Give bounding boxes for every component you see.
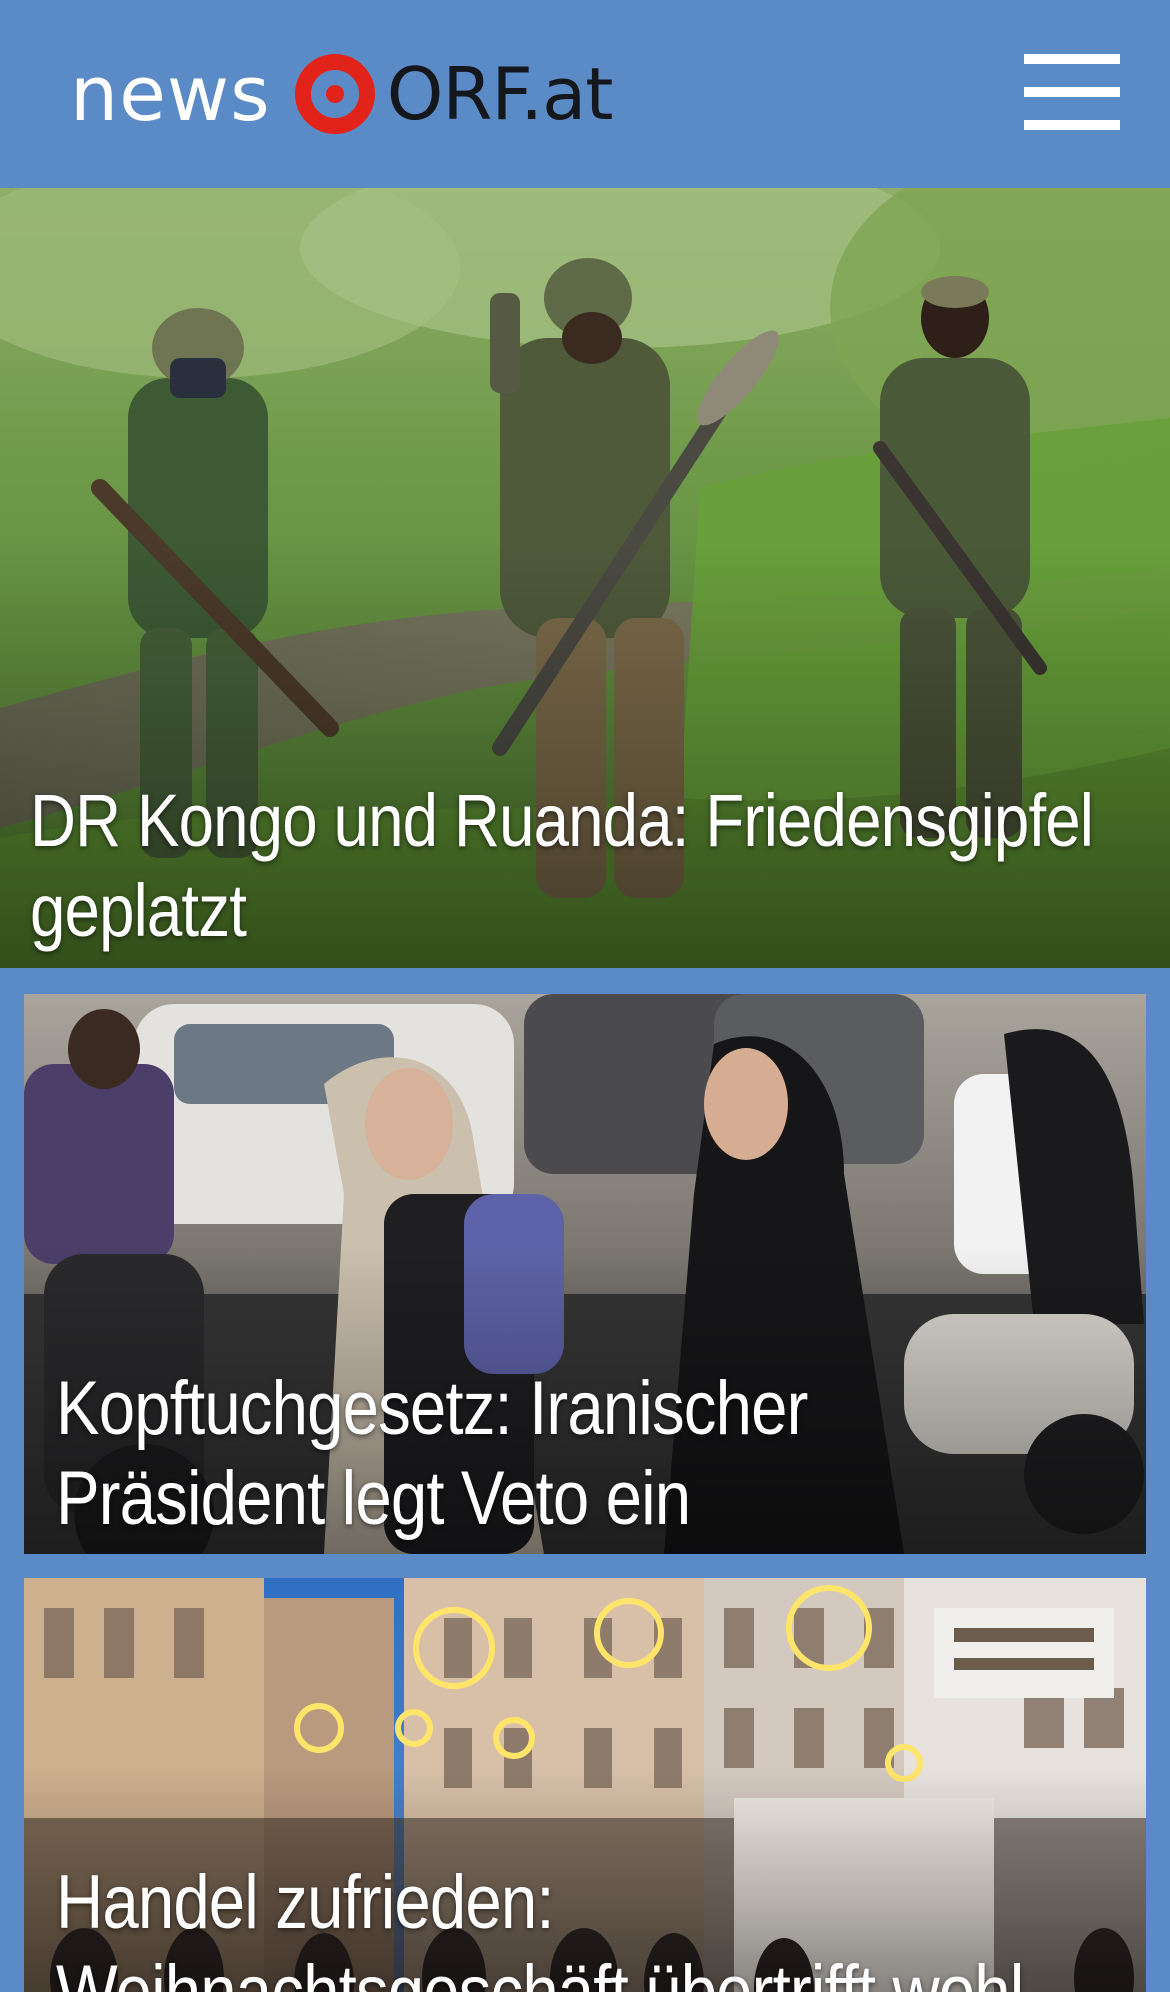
story-headline[interactable]: DR Kongo und Ruanda: Friedensgipfel gepl… [30,776,1165,956]
story-card-middle[interactable]: Kopftuchgesetz: Iranischer Präsident leg… [24,994,1146,1554]
story-card-top[interactable]: DR Kongo und Ruanda: Friedensgipfel gepl… [0,188,1170,968]
headline-line: Kopftuchgesetz: Iranischer [56,1366,808,1451]
headline-line: DR Kongo und Ruanda: Friedensgipfel [30,779,1094,862]
orf-ring-icon [294,54,375,134]
logo-orf-text: ORF.at [386,52,614,136]
logo-news-text: news [70,49,271,138]
site-header: news ORF.at [0,0,1170,188]
page: news ORF.at DR Kongo und Ruanda: Frieden… [0,0,1170,1992]
headline-line: geplatzt [30,869,247,952]
story-card-bottom[interactable]: Handel zufrieden: Weihnachtsgeschäft übe… [24,1578,1146,1992]
menu-bar [1024,87,1120,97]
headline-line: Präsident legt Veto ein [56,1456,691,1541]
story-headline[interactable]: Kopftuchgesetz: Iranischer Präsident leg… [56,1364,1088,1544]
site-logo[interactable]: news ORF.at [70,46,614,142]
hamburger-menu-icon[interactable] [1024,50,1122,134]
menu-bar [1024,120,1120,130]
headline-line: Handel zufrieden: [56,1860,555,1945]
story-headline[interactable]: Handel zufrieden: Weihnachtsgeschäft übe… [56,1858,1146,1992]
menu-bar [1024,54,1120,64]
headline-line: Weihnachtsgeschäft übertrifft wohl [56,1950,1024,1992]
